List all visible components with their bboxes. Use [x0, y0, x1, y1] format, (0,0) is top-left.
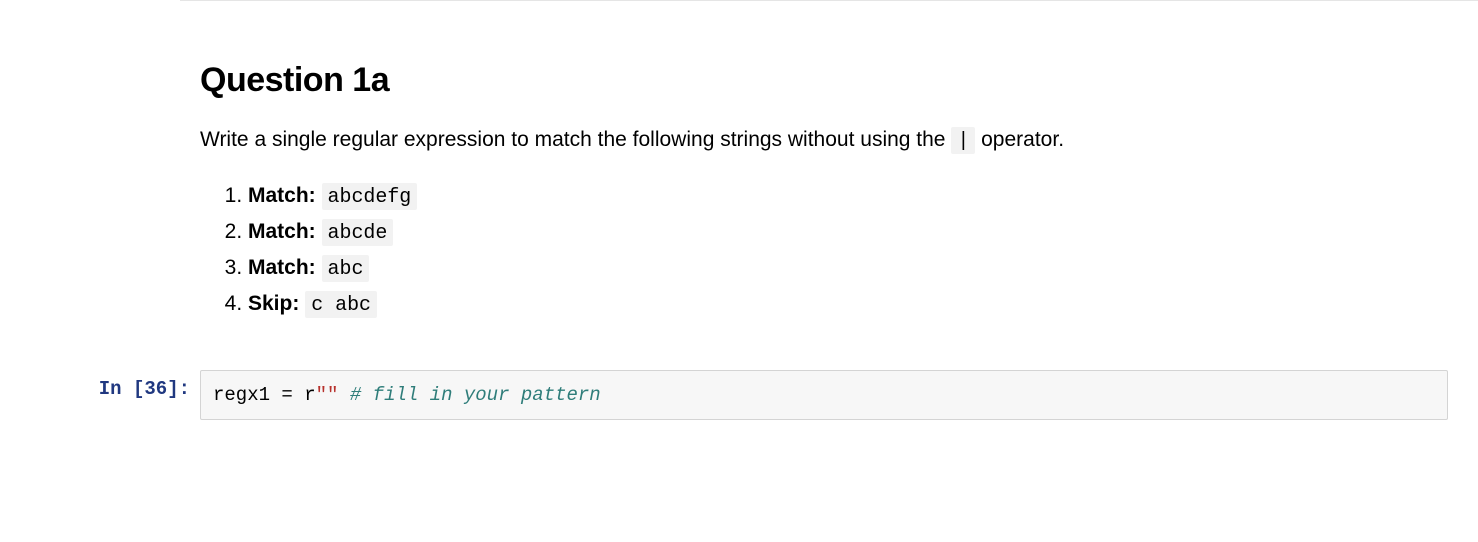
code-prompt: In [36]: [0, 370, 200, 400]
list-item-value: abcde [322, 219, 394, 246]
list-item-value: abcdefg [322, 183, 418, 210]
list-item-label: Skip: [248, 292, 299, 315]
in-prompt-suffix: ]: [167, 378, 190, 400]
notebook: Question 1a Write a single regular expre… [0, 0, 1478, 450]
list-item-value: abc [322, 255, 370, 282]
list-item-label: Match: [248, 220, 316, 243]
code-input-area[interactable]: regx1 = r"" # fill in your pattern [200, 370, 1448, 421]
code-token-comment: # fill in your pattern [350, 384, 601, 406]
markdown-cell: Question 1a Write a single regular expre… [0, 1, 1478, 370]
list-item-value: c abc [305, 291, 377, 318]
list-item: Match: abcdefg [248, 178, 1448, 214]
code-cell: In [36]: regx1 = r"" # fill in your patt… [0, 370, 1478, 451]
in-prompt-prefix: In [ [99, 378, 145, 400]
description-text-post: operator. [975, 128, 1064, 151]
question-heading: Question 1a [200, 61, 1448, 100]
examples-list: Match: abcdefg Match: abcde Match: abc S… [200, 178, 1448, 322]
markdown-prompt-gutter [0, 1, 200, 9]
list-item: Match: abc [248, 250, 1448, 286]
code-token-space [293, 384, 304, 406]
list-item-label: Match: [248, 256, 316, 279]
list-item: Skip: c abc [248, 286, 1448, 322]
pipe-operator-code: | [951, 127, 975, 154]
code-token-string: "" [316, 384, 339, 406]
code-token-varname: regx1 [213, 384, 270, 406]
markdown-content: Question 1a Write a single regular expre… [200, 1, 1478, 370]
list-item: Match: abcde [248, 214, 1448, 250]
code-token-space [338, 384, 349, 406]
code-token-space [270, 384, 281, 406]
description-text-pre: Write a single regular expression to mat… [200, 128, 951, 151]
list-item-label: Match: [248, 184, 316, 207]
question-description: Write a single regular expression to mat… [200, 124, 1448, 156]
code-token-rawprefix: r [304, 384, 315, 406]
in-prompt-number: 36 [144, 378, 167, 400]
code-token-assign: = [281, 384, 292, 406]
code-content: regx1 = r"" # fill in your pattern [200, 370, 1478, 451]
